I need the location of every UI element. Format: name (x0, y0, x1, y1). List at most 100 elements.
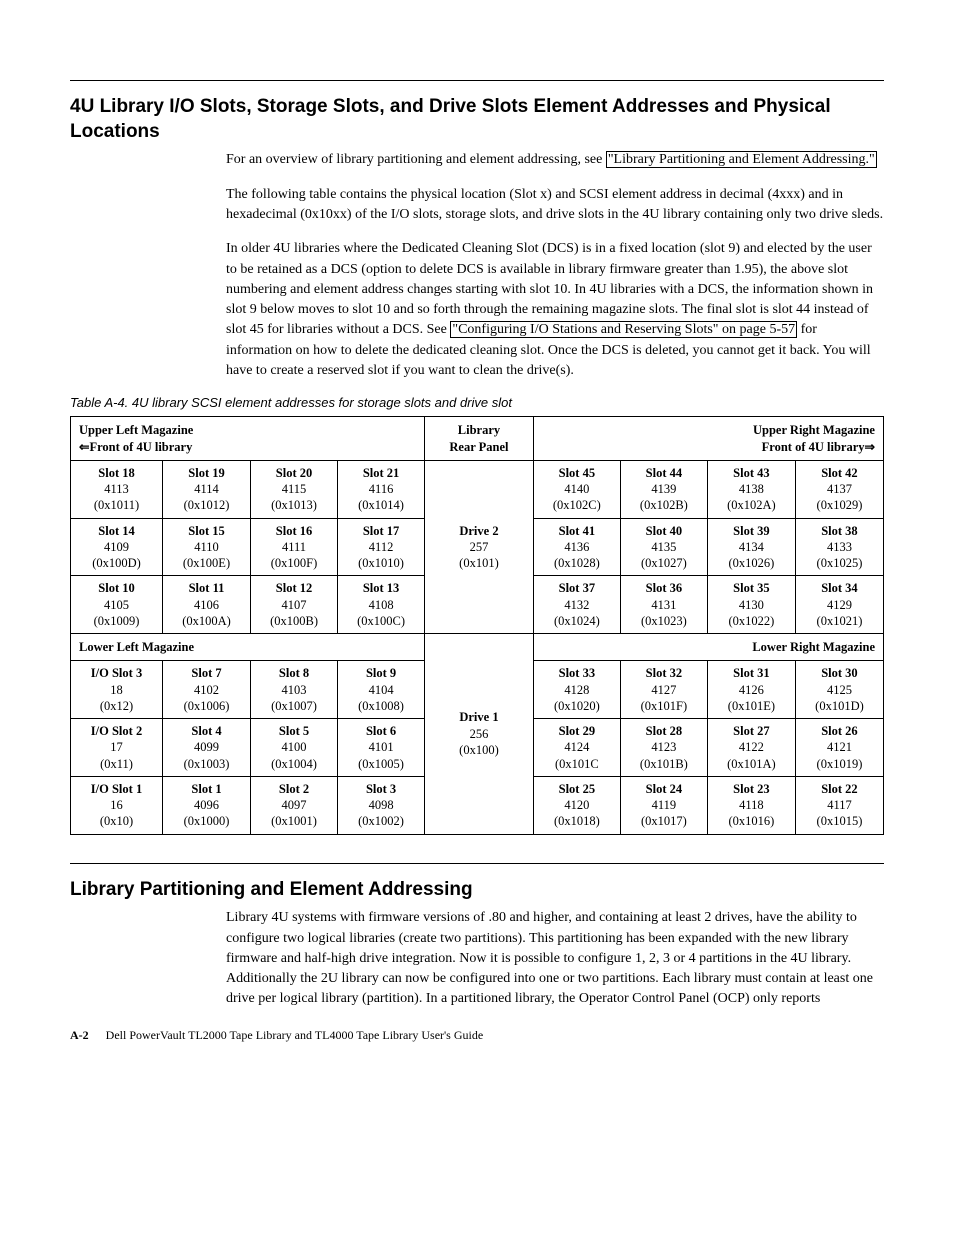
slot-hex: (0x101C (555, 757, 599, 771)
slot-name: Slot 35 (714, 580, 789, 596)
slot-hex: (0x11) (100, 757, 133, 771)
slot-cell: Slot 444139(0x102B) (620, 460, 707, 518)
slot-cell: Slot 274122(0x101A) (707, 719, 795, 777)
slot-name: Slot 37 (540, 580, 614, 596)
slot-dec: 4119 (652, 798, 677, 812)
hdr-ur-line2: Front of 4U library⇒ (762, 440, 875, 454)
slot-name: Slot 29 (540, 723, 614, 739)
slot-dec: 4111 (282, 540, 306, 554)
slot-cell: Slot 54100(0x1004) (251, 719, 338, 777)
slot-hex: (0x1011) (94, 498, 139, 512)
slot-name: Slot 17 (344, 523, 418, 539)
page-number: A-2 (70, 1028, 89, 1042)
section2-para1: Library 4U systems with firmware version… (226, 908, 884, 1009)
slot-cell: Slot 184113(0x1011) (71, 460, 163, 518)
slot-name: Slot 33 (540, 665, 614, 681)
slot-dec: 4117 (827, 798, 852, 812)
slot-dec: 4138 (739, 482, 764, 496)
slot-name: Slot 41 (540, 523, 614, 539)
slot-cell: Slot 424137(0x1029) (795, 460, 883, 518)
slot-hex: (0x1004) (271, 757, 317, 771)
slot-hex: (0x1005) (358, 757, 404, 771)
slot-cell: Slot 254120(0x1018) (533, 776, 620, 834)
slot-name: Slot 44 (627, 465, 701, 481)
slot-cell: Slot 44099(0x1003) (163, 719, 251, 777)
slot-name: Slot 36 (627, 580, 701, 596)
slot-name: Slot 42 (802, 465, 877, 481)
slot-dec: 4130 (739, 598, 764, 612)
slot-cell: Slot 454140(0x102C) (533, 460, 620, 518)
slot-dec: 4116 (369, 482, 394, 496)
slot-dec: 4123 (651, 740, 676, 754)
slot-name: Slot 32 (627, 665, 701, 681)
slot-cell: Slot 94104(0x1008) (338, 661, 425, 719)
slot-name: Slot 8 (257, 665, 331, 681)
hdr-ul-line1: Upper Left Magazine (79, 423, 193, 437)
xref-configuring-io[interactable]: "Configuring I/O Stations and Reserving … (450, 321, 797, 338)
hdr-ul-line2: ⇐Front of 4U library (79, 440, 192, 454)
slot-hex: (0x1026) (729, 556, 775, 570)
slot-dec: 4113 (104, 482, 129, 496)
section1-para3: In older 4U libraries where the Dedicate… (226, 239, 884, 381)
slot-cell: Slot 234118(0x1016) (707, 776, 795, 834)
slot-name: Slot 30 (802, 665, 877, 681)
slot-cell: I/O Slot 318(0x12) (71, 661, 163, 719)
slot-address-table: Upper Left Magazine ⇐Front of 4U library… (70, 416, 884, 834)
slot-dec: 4126 (739, 683, 764, 697)
table-caption: Table A-4. 4U library SCSI element addre… (70, 395, 884, 410)
slot-name: Slot 3 (344, 781, 418, 797)
slot-hex: (0x1001) (271, 814, 317, 828)
slot-hex: (0x101D) (815, 699, 864, 713)
section1-title: 4U Library I/O Slots, Storage Slots, and… (70, 95, 884, 144)
slot-hex: (0x100F) (271, 556, 318, 570)
slot-dec: 4137 (827, 482, 852, 496)
slot-name: Slot 38 (802, 523, 877, 539)
slot-cell: Slot 354130(0x1022) (707, 576, 795, 634)
slot-cell: Slot 324127(0x101F) (620, 661, 707, 719)
section-rule (70, 80, 884, 81)
slot-name: Slot 19 (169, 465, 244, 481)
slot-hex: (0x1008) (358, 699, 404, 713)
slot-name: Slot 31 (714, 665, 789, 681)
drive1-cell: Drive 1256(0x100) (425, 634, 534, 835)
slot-hex: (0x1013) (271, 498, 317, 512)
slot-cell: I/O Slot 217 (0x11) (71, 719, 163, 777)
slot-dec: 4121 (827, 740, 852, 754)
slot-dec: 4134 (739, 540, 764, 554)
slot-cell: Slot 14096(0x1000) (163, 776, 251, 834)
slot-name: Slot 2 (257, 781, 331, 797)
slot-cell: Slot 404135(0x1027) (620, 518, 707, 576)
slot-name: Slot 34 (802, 580, 877, 596)
slot-name: Slot 12 (257, 580, 331, 596)
slot-hex: (0x1025) (817, 556, 863, 570)
slot-cell: Slot 394134 (0x1026) (707, 518, 795, 576)
slot-name: Slot 39 (714, 523, 789, 539)
drive-hex: (0x101) (459, 556, 499, 570)
drive-hex: (0x100) (459, 743, 499, 757)
slot-hex: (0x1012) (184, 498, 230, 512)
hdr-lib-line2: Rear Panel (449, 440, 508, 454)
slot-name: Slot 22 (802, 781, 877, 797)
slot-dec: 4120 (564, 798, 589, 812)
slot-cell: Slot 24097(0x1001) (251, 776, 338, 834)
slot-cell: Slot 384133(0x1025) (795, 518, 883, 576)
table-row: Slot 184113(0x1011) Slot 194114(0x1012) … (71, 460, 884, 518)
drive-dec: 256 (470, 727, 489, 741)
slot-dec: 4100 (282, 740, 307, 754)
section-rule (70, 863, 884, 864)
slot-hex: (0x1006) (184, 699, 230, 713)
slot-name: I/O Slot 2 (77, 723, 156, 739)
slot-hex: (0x101E) (728, 699, 775, 713)
slot-dec: 4105 (104, 598, 129, 612)
slot-cell: Slot 374132(0x1024) (533, 576, 620, 634)
slot-hex: (0x10) (100, 814, 133, 828)
slot-dec: 17 (110, 740, 123, 754)
slot-hex: (0x1010) (358, 556, 404, 570)
slot-cell: Slot 144109(0x100D) (71, 518, 163, 576)
page-footer: A-2 Dell PowerVault TL2000 Tape Library … (70, 1028, 884, 1043)
slot-hex: (0x1021) (817, 614, 863, 628)
slot-name: Slot 11 (169, 580, 244, 596)
slot-dec: 4136 (564, 540, 589, 554)
xref-library-partitioning[interactable]: "Library Partitioning and Element Addres… (606, 151, 877, 168)
slot-hex: (0x101A) (727, 757, 776, 771)
